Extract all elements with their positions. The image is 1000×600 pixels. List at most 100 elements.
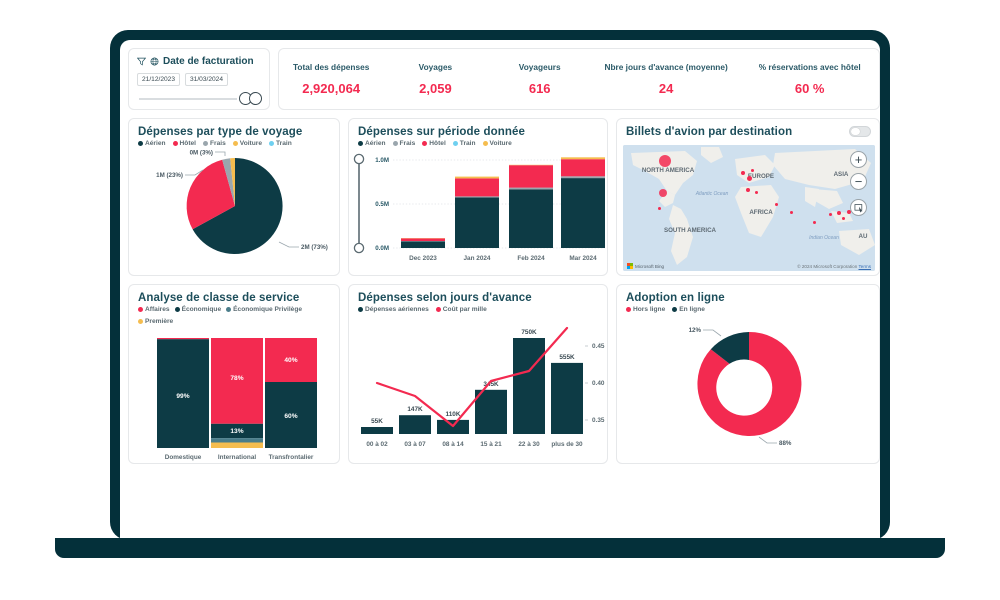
- pie-legend: Aérien Hôtel Frais Voiture Train: [129, 140, 339, 150]
- legend-item[interactable]: En ligne: [672, 306, 705, 313]
- legend-label: Hôtel: [429, 140, 446, 147]
- kpi-strip: Total des dépenses 2,920,064 Voyages 2,0…: [279, 49, 879, 109]
- map-pin[interactable]: [741, 171, 745, 175]
- laptop-display: Date de facturation 21/12/2023 31/03/202…: [120, 40, 880, 540]
- bar-group-22-30[interactable]: 750K: [513, 329, 545, 434]
- bar-group-08-14[interactable]: 110K: [437, 411, 469, 434]
- y-axis-slider-top[interactable]: [353, 153, 365, 165]
- bar-group-15-21[interactable]: 345K: [475, 381, 507, 434]
- legend-item[interactable]: Voiture: [232, 140, 262, 147]
- pie-label-frais: 0M (3%): [190, 150, 213, 157]
- legend-item[interactable]: Frais: [203, 140, 226, 147]
- map-pin[interactable]: [659, 155, 671, 167]
- legend-item[interactable]: Hors ligne: [626, 306, 665, 313]
- date-range-slider[interactable]: [139, 89, 262, 107]
- y-tick-label: 0.0M: [375, 245, 389, 252]
- map-zoom-in-button[interactable]: +: [850, 151, 867, 168]
- world-map[interactable]: NORTH AMERICA SOUTH AMERICA EUROPE AFRIC…: [623, 145, 875, 271]
- x-tick-label: Jan 2024: [463, 255, 490, 262]
- bar-group-03-07[interactable]: 147K: [399, 406, 431, 434]
- map-pin[interactable]: [775, 203, 778, 206]
- bar-group-00-02[interactable]: 55K: [361, 418, 393, 434]
- map-select-tool-button[interactable]: [850, 199, 867, 216]
- legend-item[interactable]: Train: [269, 140, 292, 147]
- legend-item[interactable]: Affaires: [138, 306, 170, 313]
- panel-title: Dépenses sur période donnée: [358, 126, 525, 138]
- bar-data-label: 78%: [230, 375, 243, 382]
- map-zoom-out-button[interactable]: −: [850, 173, 867, 190]
- x-tick-label: Transfrontalier: [269, 454, 314, 461]
- bar-group-transfrontalier[interactable]: 40% 60%: [265, 338, 317, 448]
- map-pin[interactable]: [755, 191, 758, 194]
- map-pin[interactable]: [790, 211, 793, 214]
- x-tick-label: 08 à 14: [442, 441, 464, 448]
- legend-item[interactable]: Hôtel: [422, 140, 446, 147]
- bar-group-international[interactable]: 78% 13%: [211, 338, 263, 448]
- legend-label: Voiture: [489, 140, 512, 147]
- map-pin[interactable]: [746, 188, 750, 192]
- select-rectangle-icon: [854, 203, 862, 213]
- bar-data-label: 13%: [230, 428, 243, 435]
- class-plot: 99% 78% 13% 40% 60% Domestique Internati…: [129, 328, 339, 471]
- terms-link[interactable]: Terms: [858, 264, 871, 269]
- bar-group-feb-2024[interactable]: [509, 164, 553, 248]
- bar-group-domestique[interactable]: 99%: [157, 338, 209, 448]
- zoom-in-icon: +: [854, 152, 863, 167]
- legend-item[interactable]: Économique Privilège: [226, 306, 302, 313]
- legend-label: Coût par mille: [442, 306, 487, 313]
- bar-data-label: 110K: [446, 411, 461, 418]
- legend-item[interactable]: Économique: [174, 306, 221, 313]
- panel-title: Dépenses par type de voyage: [138, 126, 303, 138]
- legend-item[interactable]: Train: [452, 140, 476, 147]
- donut-leader-hors-ligne: [758, 436, 777, 444]
- donut-label-hors-ligne: 88%: [779, 440, 792, 447]
- legend-item[interactable]: Coût par mille: [435, 306, 487, 313]
- bar-group-mar-2024[interactable]: [561, 157, 605, 248]
- pie-leader-frais: [215, 151, 226, 156]
- kpi-voyages: Voyages 2,059: [383, 62, 487, 96]
- bar-data-label: 99%: [176, 393, 189, 400]
- map-pin[interactable]: [658, 207, 661, 210]
- pie-plot: 0M (3%) 1M (23%) 2M (73%): [129, 150, 339, 267]
- map-pin[interactable]: [747, 176, 752, 181]
- x-tick-label: International: [218, 454, 257, 461]
- map-pin[interactable]: [659, 189, 667, 197]
- bar-group-plus-de-30[interactable]: 555K: [551, 354, 583, 434]
- legend-item[interactable]: Aérien: [358, 140, 386, 147]
- filter-icon: [137, 57, 146, 66]
- legend-item[interactable]: Aérien: [138, 140, 166, 147]
- globe-icon: [150, 57, 159, 66]
- map-pin[interactable]: [829, 213, 832, 216]
- y-tick-label: 0.5M: [375, 201, 389, 208]
- legend-item[interactable]: Frais: [392, 140, 415, 147]
- date-filter-card[interactable]: Date de facturation 21/12/2023 31/03/202…: [128, 48, 270, 110]
- map-pin[interactable]: [842, 217, 845, 220]
- map-toggle-switch[interactable]: [849, 126, 871, 137]
- legend-item[interactable]: Hôtel: [172, 140, 196, 147]
- date-from-input[interactable]: 21/12/2023: [137, 73, 181, 86]
- pie-leader-aerien: [278, 241, 299, 248]
- legend-label: Dépenses aériennes: [365, 306, 429, 313]
- flight-tickets-by-destination-card: Billets d'avion par destination NORTH AM…: [616, 118, 880, 276]
- map-pin[interactable]: [751, 169, 754, 172]
- bar-data-label: 147K: [407, 406, 423, 413]
- kpi-value: 2,059: [419, 81, 452, 96]
- x-tick-label: Mar 2024: [569, 255, 597, 262]
- map-copyright: © 2024 Microsoft Corporation Terms: [797, 264, 871, 269]
- legend-item[interactable]: Voiture: [482, 140, 512, 147]
- legend-item[interactable]: Dépenses aériennes: [358, 306, 429, 313]
- date-to-input[interactable]: 31/03/2024: [185, 73, 229, 86]
- map-pin[interactable]: [837, 211, 841, 215]
- laptop-frame: Date de facturation 21/12/2023 31/03/202…: [110, 30, 890, 540]
- slider-handle-right[interactable]: [249, 92, 262, 105]
- legend-item[interactable]: Première: [138, 318, 173, 325]
- map-label-atlantic-ocean: Atlantic Ocean: [695, 191, 729, 197]
- screenshot-root: Date de facturation 21/12/2023 31/03/202…: [0, 0, 1000, 600]
- filter-title: Date de facturation: [163, 56, 254, 67]
- bar-group-dec-2023[interactable]: [401, 238, 445, 248]
- legend-label: En ligne: [679, 306, 705, 313]
- map-pin[interactable]: [813, 221, 816, 224]
- bar-group-jan-2024[interactable]: [455, 176, 499, 248]
- dashboard: Date de facturation 21/12/2023 31/03/202…: [128, 48, 880, 528]
- y-axis-slider-bottom[interactable]: [353, 242, 365, 254]
